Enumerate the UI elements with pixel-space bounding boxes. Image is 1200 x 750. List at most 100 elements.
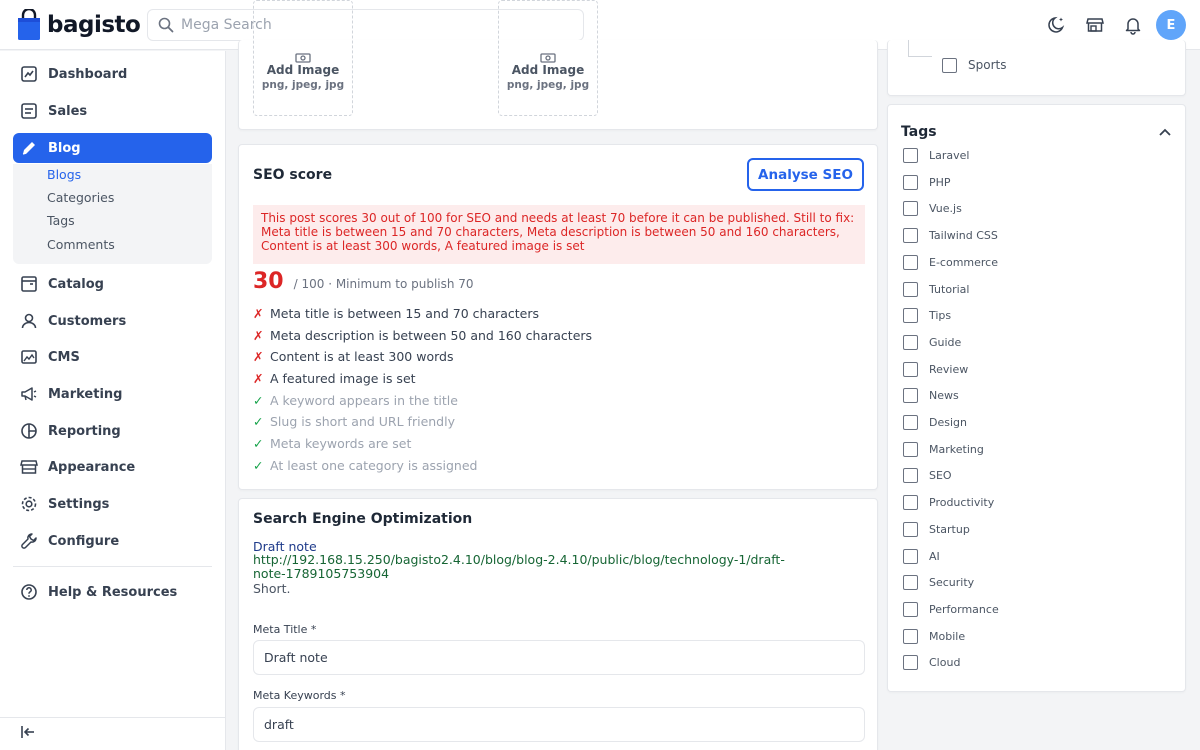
tag-checkbox[interactable] <box>903 468 918 484</box>
tag-checkbox[interactable] <box>903 521 918 537</box>
meta-title-field[interactable] <box>253 640 865 675</box>
sidebar-item-cms[interactable]: CMS <box>13 342 212 372</box>
tag-checkbox[interactable] <box>903 601 918 617</box>
sidebar-item-label: Appearance <box>48 459 136 475</box>
cross-icon: ✗ <box>253 306 264 321</box>
images-card: Add Image png, jpeg, jpg Add Image png, … <box>238 0 878 130</box>
add-image-button[interactable]: Add Image png, jpeg, jpg <box>253 0 353 116</box>
sidebar-item-settings[interactable]: Settings <box>13 489 212 519</box>
seo-check-item: ✗ Meta description is between 50 and 160 … <box>253 328 593 343</box>
dashboard-icon <box>21 66 37 82</box>
sidebar-item-configure[interactable]: Configure <box>13 526 212 556</box>
storefront-button[interactable] <box>1076 10 1114 40</box>
sidebar-item-blog[interactable]: Blog <box>13 133 212 163</box>
notifications-button[interactable] <box>1114 10 1152 40</box>
sidebar-item-dashboard[interactable]: Dashboard <box>13 59 212 89</box>
tag-checkbox[interactable] <box>903 148 918 163</box>
seo-card: Search Engine Optimization Draft note ht… <box>238 498 878 750</box>
sidebar-item-label: Marketing <box>48 386 123 402</box>
tag-checkbox[interactable] <box>903 575 918 591</box>
tag-checkbox[interactable] <box>903 388 918 404</box>
tree-connector <box>908 56 932 57</box>
sidebar-item-appearance[interactable]: Appearance <box>13 452 212 482</box>
add-image-button[interactable]: Add Image png, jpeg, jpg <box>498 0 598 116</box>
tag-checkbox[interactable] <box>903 334 918 350</box>
tag-checkbox[interactable] <box>903 308 918 324</box>
seo-check-item: ✗ Content is at least 300 words <box>253 349 454 364</box>
sidebar-item-help[interactable]: Help & Resources <box>13 577 212 607</box>
tag-label: PHP <box>929 175 951 189</box>
megaphone-icon <box>21 387 37 401</box>
tag-label: Security <box>929 576 975 590</box>
tag-label: SEO <box>929 469 952 483</box>
seo-check-item: ✗ A featured image is set <box>253 371 416 386</box>
tags-card: Tags Laravel PHP Vue.js Tailwind CSS E-comme… <box>887 104 1186 692</box>
tag-checkbox[interactable] <box>903 201 918 217</box>
sidebar-item-label: Blog <box>48 140 81 156</box>
image-formats-label: png, jpeg, jpg <box>261 79 345 91</box>
catalog-icon <box>21 276 37 292</box>
sidebar-item-label: Customers <box>48 313 127 329</box>
sidebar-item-sales[interactable]: Sales <box>13 96 212 126</box>
sidebar-item-label: CMS <box>48 349 80 365</box>
subnav-item-tags[interactable]: Tags <box>47 213 75 228</box>
meta-title-input[interactable] <box>264 650 854 665</box>
tag-checkbox[interactable] <box>903 548 918 564</box>
meta-keywords-label: Meta Keywords * <box>253 689 346 702</box>
seo-score-display: 30 / 100 · Minimum to publish 70 <box>253 269 474 294</box>
tag-label: Startup <box>929 522 970 536</box>
sidebar-item-label: Dashboard <box>48 66 128 82</box>
sales-icon <box>21 103 37 119</box>
dark-mode-toggle[interactable] <box>1038 10 1076 40</box>
moon-icon <box>1048 16 1065 33</box>
tag-checkbox[interactable] <box>903 655 918 671</box>
tag-checkbox[interactable] <box>903 361 918 377</box>
subnav-item-categories[interactable]: Categories <box>47 190 114 205</box>
cross-icon: ✗ <box>253 371 264 386</box>
sidebar-divider <box>13 566 212 567</box>
meta-title-label: Meta Title * <box>253 623 317 636</box>
analyse-seo-button[interactable]: Analyse SEO <box>747 158 864 191</box>
seo-check-item: ✗ Meta title is between 15 and 70 charact… <box>253 306 540 321</box>
sidebar-item-label: Sales <box>48 103 88 119</box>
cross-icon: ✗ <box>253 328 264 343</box>
seo-check-item: ✓ At least one category is assigned <box>253 458 478 473</box>
meta-keywords-input[interactable] <box>264 717 854 732</box>
tag-checkbox[interactable] <box>903 281 918 297</box>
tag-checkbox[interactable] <box>903 628 918 644</box>
tag-label: Tips <box>929 309 952 323</box>
subnav-item-comments[interactable]: Comments <box>47 237 115 252</box>
category-checkbox-sports[interactable] <box>942 58 957 73</box>
categories-card: Sports <box>887 40 1186 96</box>
wrench-icon <box>21 533 37 549</box>
sidebar-item-label: Configure <box>48 533 120 549</box>
tag-checkbox[interactable] <box>903 228 918 244</box>
collapse-sidebar-button[interactable] <box>18 722 38 742</box>
sidebar-item-marketing[interactable]: Marketing <box>13 379 212 409</box>
tag-checkbox[interactable] <box>903 254 918 270</box>
tag-label: Review <box>929 362 969 376</box>
tree-connector <box>908 40 909 56</box>
pencil-icon <box>22 142 35 155</box>
tag-checkbox[interactable] <box>903 441 918 457</box>
user-avatar[interactable]: E <box>1156 10 1186 40</box>
sidebar-item-label: Help & Resources <box>48 584 178 600</box>
checkmark-icon: ✓ <box>253 393 264 408</box>
meta-keywords-field[interactable] <box>253 707 865 742</box>
seo-check-item: ✓ Slug is short and URL friendly <box>253 414 455 429</box>
add-image-label: Add Image <box>511 63 585 77</box>
sidebar-item-catalog[interactable]: Catalog <box>13 269 212 299</box>
tag-checkbox[interactable] <box>903 495 918 511</box>
tag-label: Vue.js <box>929 202 962 216</box>
tag-checkbox[interactable] <box>903 415 918 430</box>
store-icon <box>20 460 38 474</box>
checkmark-icon: ✓ <box>253 458 264 473</box>
subnav-item-blogs[interactable]: Blogs <box>47 167 81 182</box>
bagisto-logo[interactable]: bagisto <box>17 9 141 41</box>
search-preview-description: Short. <box>253 581 291 596</box>
seo-check-item: ✓ A keyword appears in the title <box>253 393 458 408</box>
sidebar-item-reporting[interactable]: Reporting <box>13 416 212 446</box>
tag-checkbox[interactable] <box>903 174 918 190</box>
sidebar-item-customers[interactable]: Customers <box>13 306 212 336</box>
chevron-up-icon[interactable] <box>1157 125 1173 141</box>
